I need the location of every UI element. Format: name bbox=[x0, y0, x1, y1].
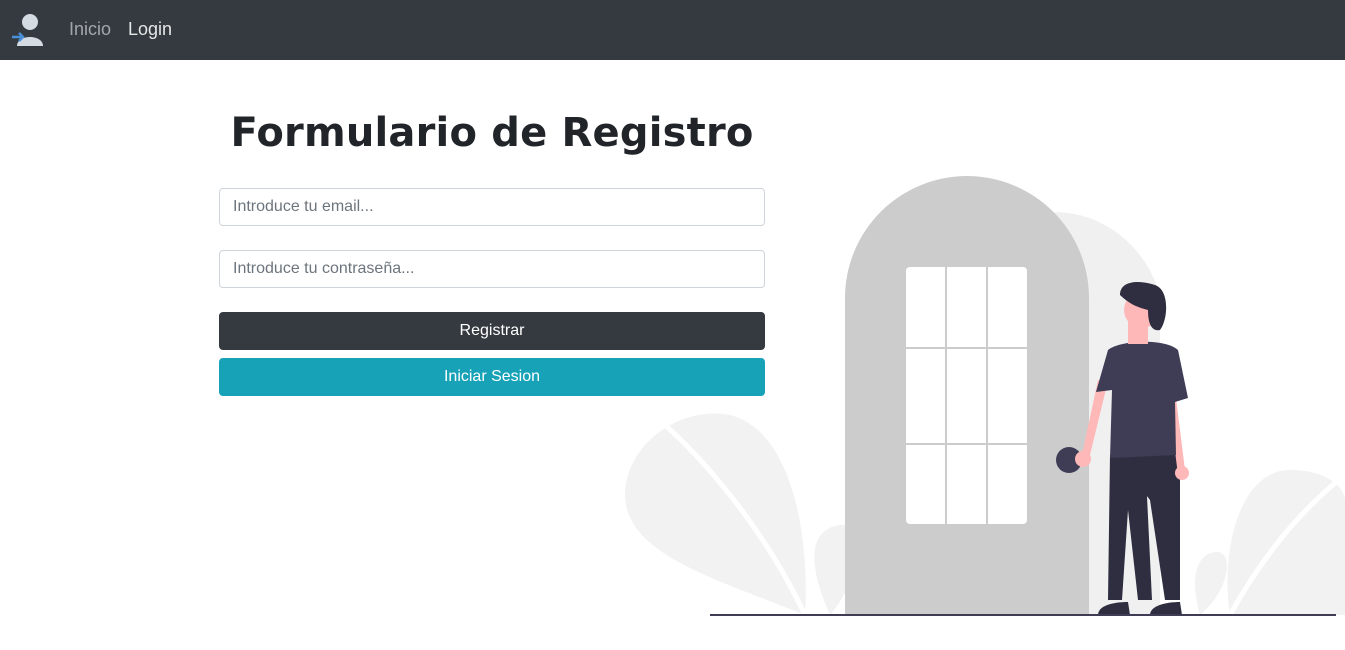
door-illustration bbox=[620, 170, 1345, 620]
nav-link-login[interactable]: Login bbox=[128, 19, 172, 40]
user-login-icon[interactable] bbox=[11, 12, 47, 48]
nav-link-inicio[interactable]: Inicio bbox=[69, 19, 111, 40]
page-title: Formulario de Registro bbox=[230, 110, 754, 156]
navbar: Inicio Login bbox=[0, 0, 1345, 60]
